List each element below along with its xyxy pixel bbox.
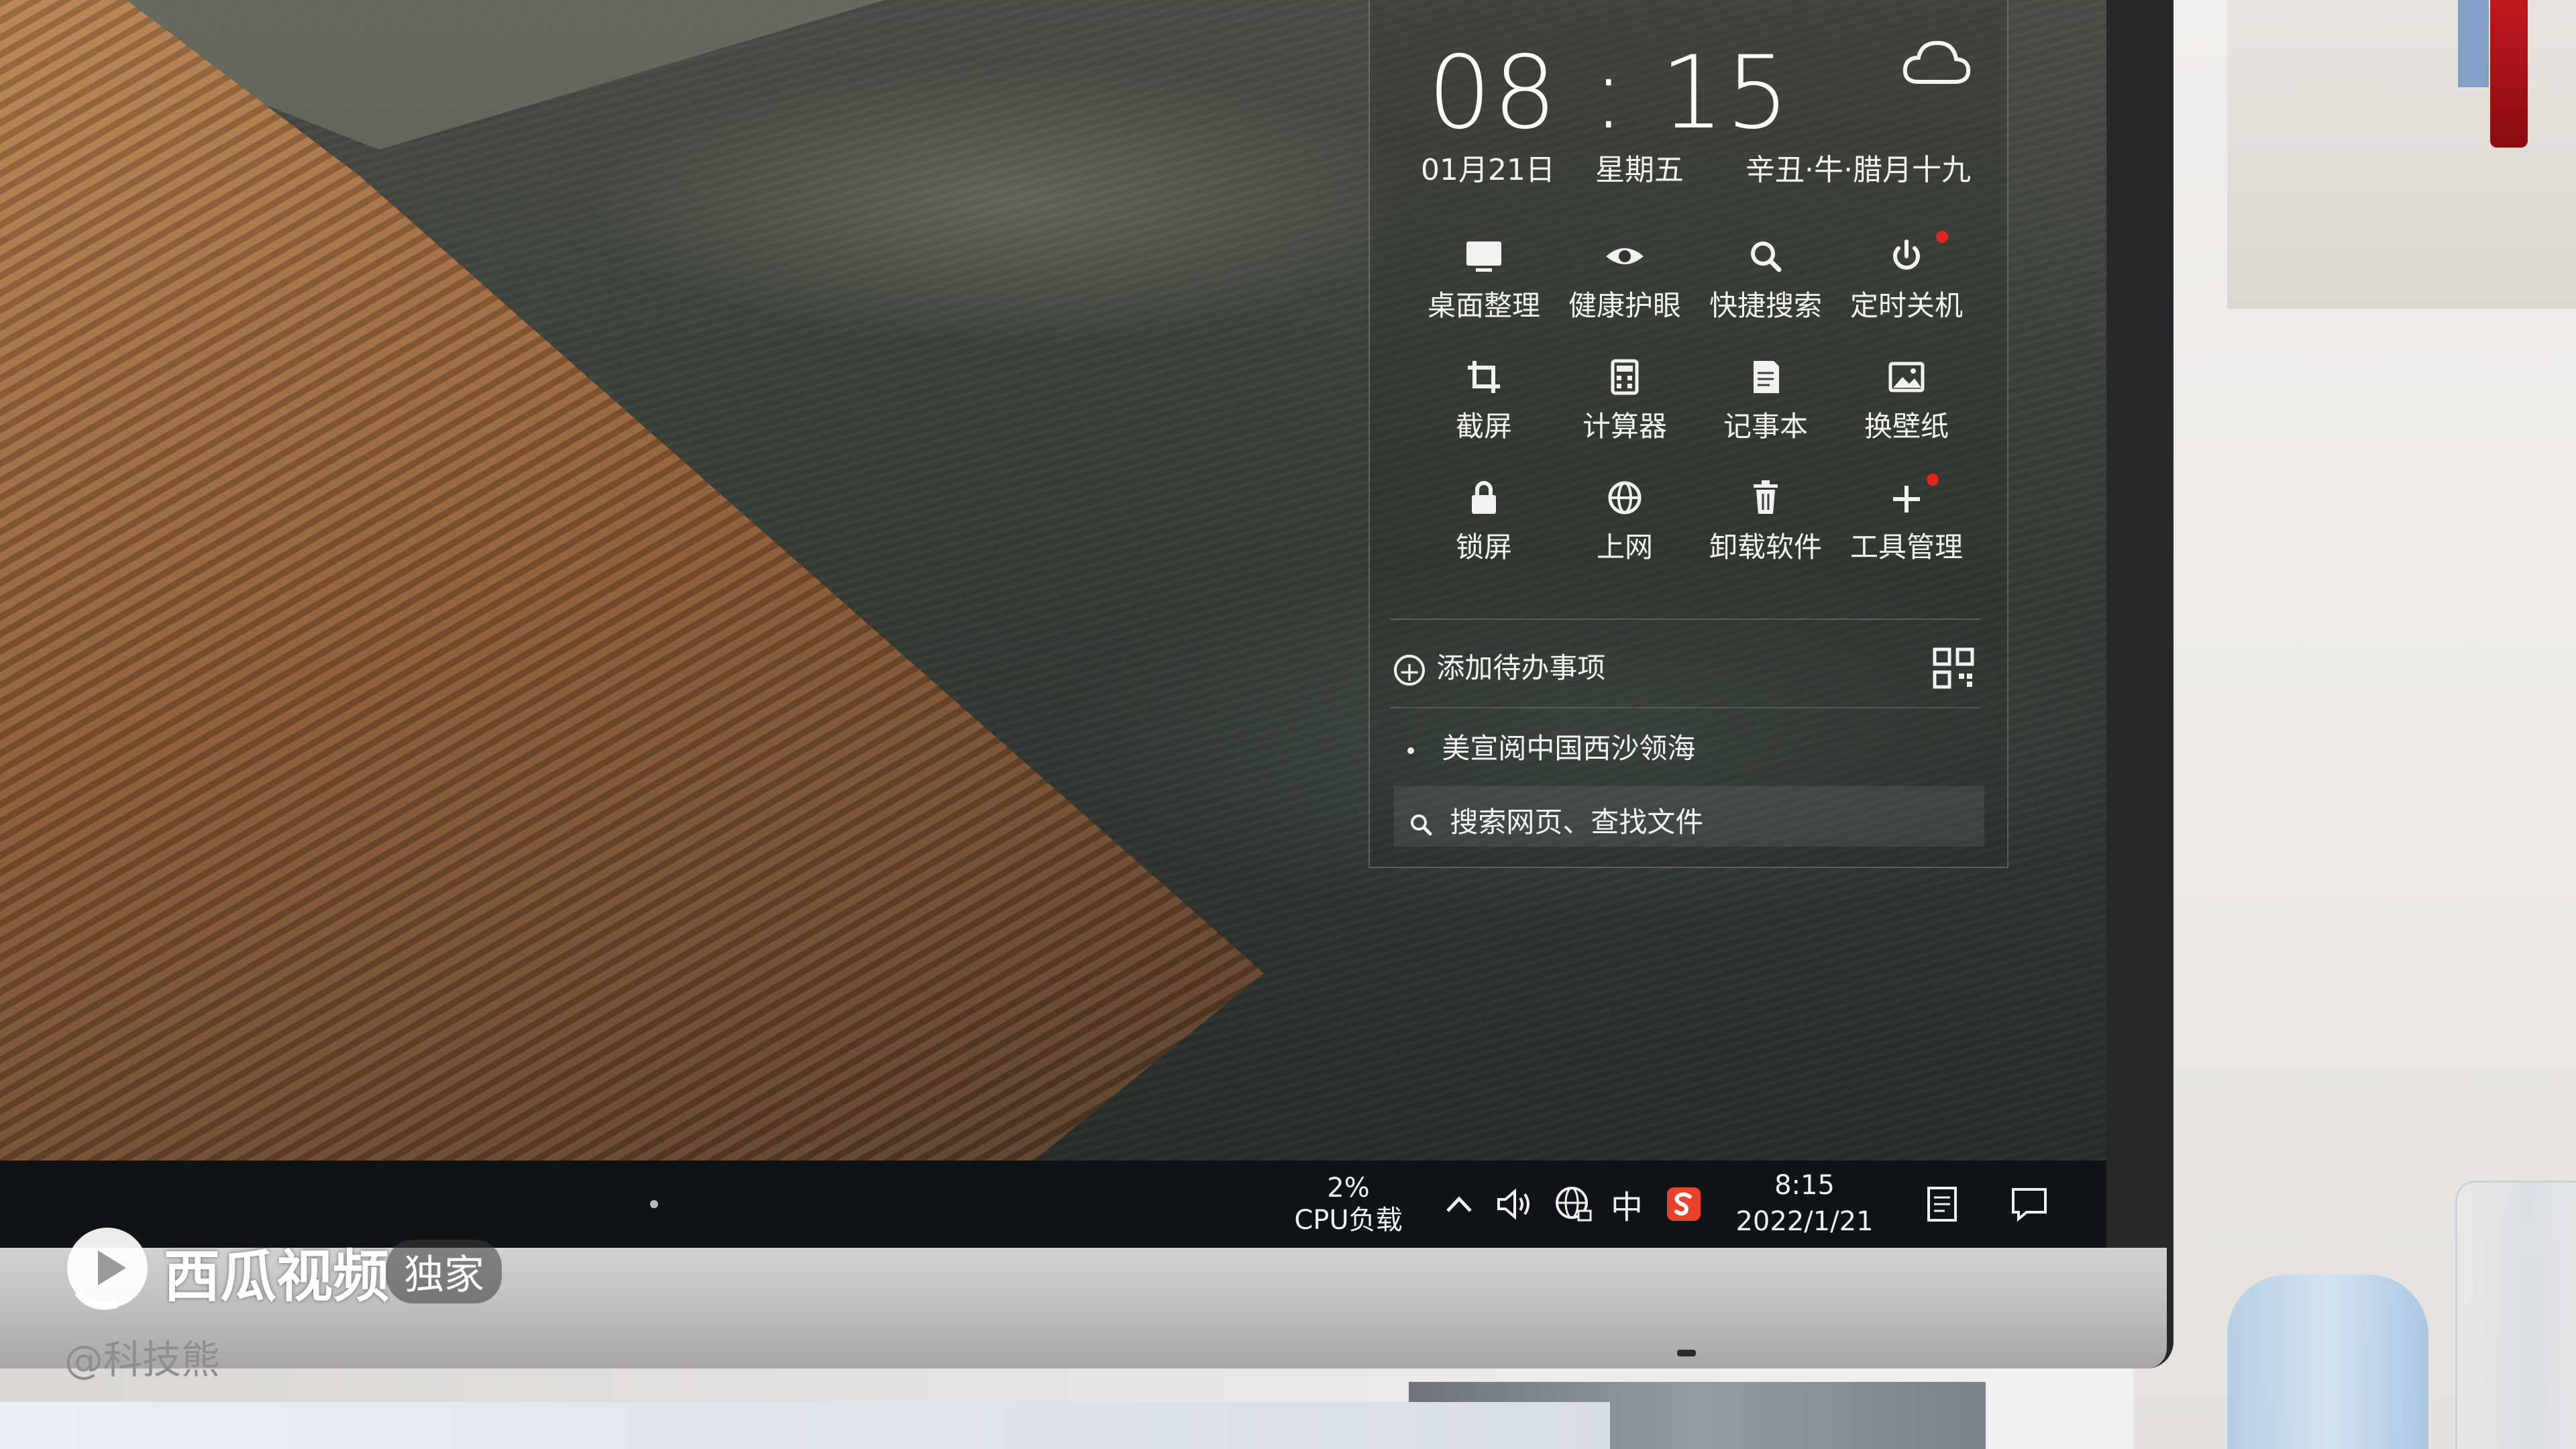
monitor-screen: 08 : 15 01月21日 星期五 辛丑·牛·腊月十九 桌面整理 健康护眼 快… [0,0,2106,1248]
taskbar-time: 8:15 [1774,1170,1835,1201]
desktop-widget[interactable]: 08 : 15 01月21日 星期五 辛丑·牛·腊月十九 桌面整理 健康护眼 快… [1368,0,2008,868]
wallpaper-icon [1888,362,1925,392]
desktop-icon [1466,241,1501,272]
show-hidden-icons-button[interactable] [1436,1161,1483,1248]
drinking-glass [2455,1181,2576,1449]
power-indicator [1677,1350,1696,1356]
cpu-percent: 2% [1327,1173,1370,1203]
speaker-icon [1497,1188,1529,1220]
watermark-badge: 独家 [386,1240,502,1303]
watermark-author: @科技熊 [64,1337,221,1383]
tool-label: 工具管理 [1849,531,1963,564]
tool-label: 计算器 [1582,410,1667,443]
message-icon [2012,1188,2047,1222]
notification-dot [1927,474,1939,486]
notepad-taskbar-button[interactable] [1912,1161,1972,1248]
divider [1390,619,1980,620]
search-icon [1751,241,1782,272]
tool-label: 截屏 [1455,410,1512,443]
desk-surface [0,1402,1610,1449]
taskbar-date: 2022/1/21 [1735,1206,1874,1237]
chevron-up-icon [1446,1196,1472,1212]
crop-icon [1468,361,1500,393]
widget-lunar-date: 辛丑·牛·腊月十九 [1746,153,1971,187]
blue-tag [2458,0,2489,87]
ime-label: 中 [1610,1189,1643,1226]
tool-scheduled-shutdown[interactable]: 定时关机 [1833,231,1980,337]
tool-label: 记事本 [1723,410,1808,443]
tool-label: 卸载软件 [1709,531,1822,564]
red-tag [2490,0,2528,148]
power-icon [1893,239,1920,270]
xigua-logo-icon [67,1228,148,1310]
tool-label: 快捷搜索 [1709,289,1822,322]
tool-label: 上网 [1596,531,1653,564]
tool-label: 锁屏 [1455,531,1512,564]
tool-label: 健康护眼 [1568,289,1681,322]
tool-change-wallpaper[interactable]: 换壁纸 [1833,357,1980,458]
dot-indicator [650,1200,658,1208]
eye-icon [1606,248,1644,264]
cpu-label: CPU负载 [1294,1205,1403,1236]
bullet [1407,747,1414,754]
tool-internet[interactable]: 上网 [1551,478,1699,578]
taskbar-dot [644,1161,664,1248]
tool-calculator[interactable]: 计算器 [1551,357,1699,458]
widget-clock: 08 : 15 [1428,35,1791,152]
tool-quick-search[interactable]: 快捷搜索 [1692,236,1839,337]
notes-icon [1927,1187,1957,1222]
tool-desktop-organize[interactable]: 桌面整理 [1410,236,1558,337]
add-circle-icon: + [1394,654,1425,687]
tool-manage-tools[interactable]: 工具管理 [1833,474,1980,578]
calculator-icon [1611,359,1639,395]
tool-label: 定时关机 [1849,289,1963,322]
watermark-app-name: 西瓜视频 [164,1244,390,1309]
news-item[interactable]: 美宣阅中国西沙领海 [1407,726,1695,767]
add-todo-label: 添加待办事项 [1436,651,1606,684]
tool-label: 换壁纸 [1864,410,1949,443]
tool-lock-screen[interactable]: 锁屏 [1410,478,1558,578]
widget-date: 01月21日 [1421,153,1555,187]
search-input-inner: 搜索网页、查找文件 [1394,786,1984,854]
photo-scene: 08 : 15 01月21日 星期五 辛丑·牛·腊月十九 桌面整理 健康护眼 快… [0,0,2576,1449]
water-bottle [2227,1275,2428,1449]
action-center-button[interactable] [1999,1161,2059,1248]
trash-icon [1754,480,1778,514]
cloud-icon[interactable] [1900,35,1974,89]
globe-icon [1608,481,1642,515]
notification-dot [1936,231,1948,243]
add-todo-button[interactable]: + 添加待办事项 [1394,645,1991,699]
divider [1390,707,1980,708]
notepad-icon [1754,361,1779,393]
input-method-button[interactable]: 中 [1603,1161,1650,1248]
tool-label: 桌面整理 [1427,289,1540,322]
sogou-ime-button[interactable] [1657,1161,1711,1248]
network-button[interactable] [1546,1161,1600,1248]
tool-notepad[interactable]: 记事本 [1692,357,1839,458]
search-placeholder: 搜索网页、查找文件 [1450,806,1704,839]
globe-network-icon [1556,1187,1592,1222]
volume-button[interactable] [1489,1161,1543,1248]
cpu-load-indicator[interactable]: 2% CPU负载 [1268,1161,1429,1248]
tool-uninstall-software[interactable]: 卸载软件 [1692,478,1839,578]
news-item-label: 美宣阅中国西沙领海 [1442,732,1696,765]
plus-icon [1893,486,1920,513]
search-icon [1411,814,1432,835]
widget-weekday: 星期五 [1595,153,1684,187]
lock-icon [1472,481,1496,514]
taskbar-clock[interactable]: 8:15 2022/1/21 [1724,1161,1885,1248]
tool-eye-care[interactable]: 健康护眼 [1551,236,1699,337]
sogou-icon [1667,1187,1701,1221]
search-input[interactable]: 搜索网页、查找文件 [1394,786,1984,847]
qr-code-icon[interactable] [1932,647,1975,690]
tool-screenshot[interactable]: 截屏 [1410,357,1558,458]
